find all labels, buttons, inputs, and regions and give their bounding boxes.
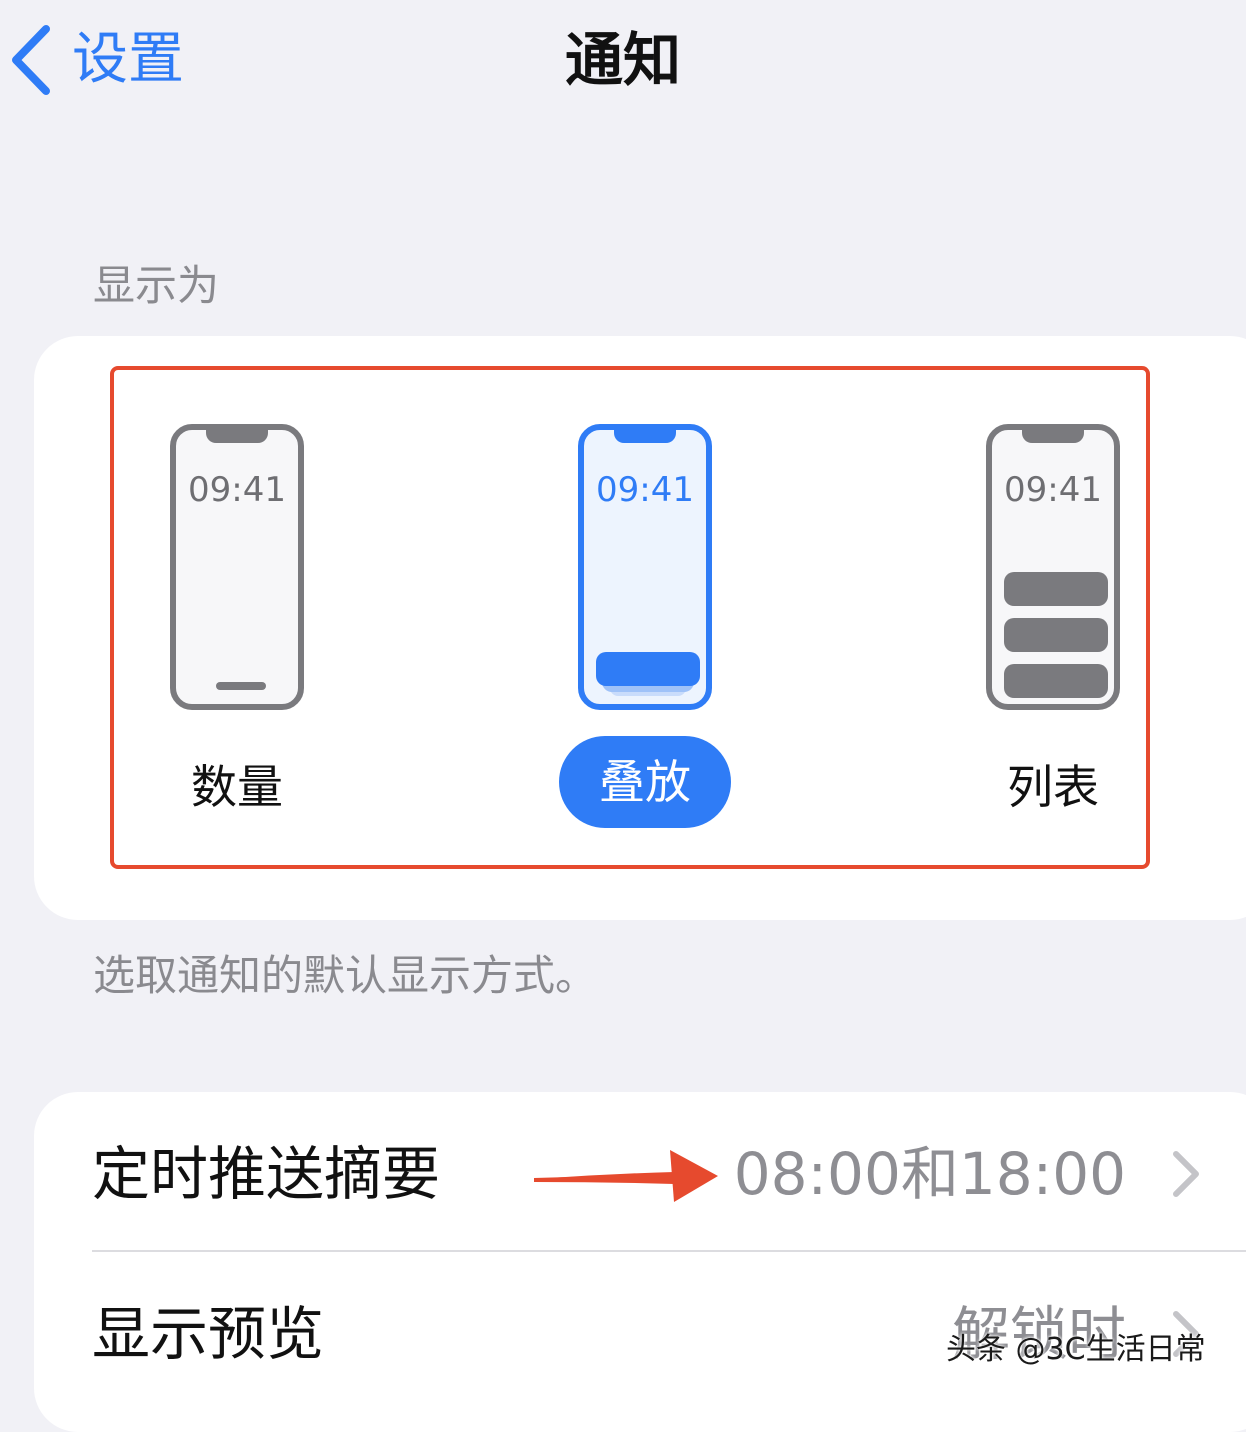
row-value: 08:00和18:00 [733,1140,1126,1208]
annotation-highlight-box [110,366,1150,869]
page-title: 通知 [564,26,681,94]
row-title: 定时推送摘要 [92,1140,441,1208]
chevron-right-icon [1172,1150,1200,1202]
watermark: 头条 @3C生活日常 [946,1332,1206,1367]
annotation-arrow-icon [534,1148,720,1210]
section-footer-note: 选取通知的默认显示方式。 [93,951,598,1000]
row-title: 显示预览 [92,1300,325,1368]
section-header-display-as: 显示为 [93,261,220,310]
settings-card: 定时推送摘要 08:00和18:00 显示预览 解锁时 [34,1092,1246,1432]
